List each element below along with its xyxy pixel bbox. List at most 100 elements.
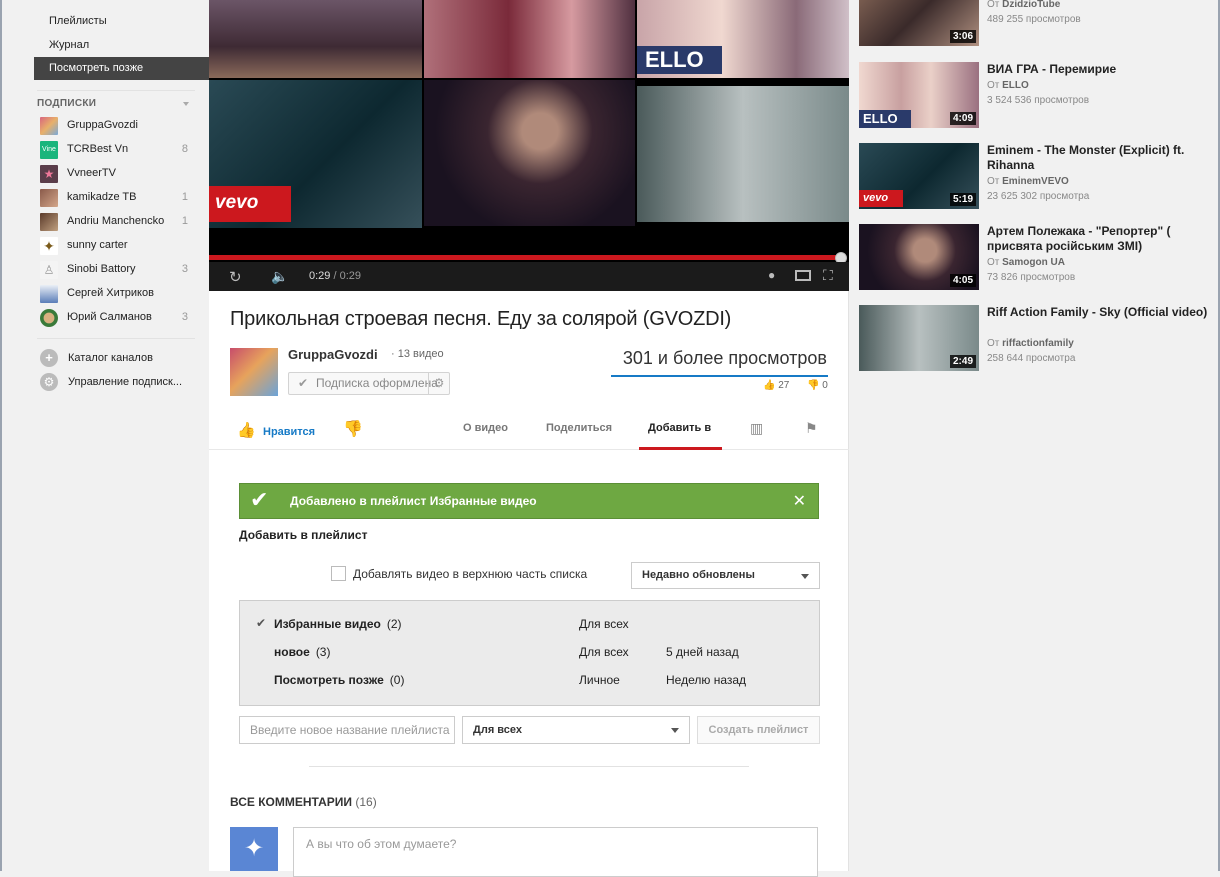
add-to-top-checkbox[interactable] (331, 566, 346, 581)
playlist-privacy: Личное (579, 673, 620, 687)
video-thumbnail[interactable]: ELLO 4:09 (859, 62, 979, 128)
subscription-item[interactable]: Andriu Manchencko 1 (40, 211, 188, 233)
playlist-sort-select[interactable]: Недавно обновлены (631, 562, 820, 589)
subscription-item[interactable]: Юрий Салманов 3 (40, 307, 188, 329)
manage-subscriptions-link[interactable]: ⚙ Управление подписк... (40, 372, 200, 394)
channel-catalog-link[interactable]: + Каталог каналов (40, 348, 200, 370)
video-thumbnail[interactable]: 4:05 (859, 224, 979, 290)
subscription-name: kamikadze TB (67, 191, 137, 203)
check-icon: ✔ (250, 487, 269, 512)
video-title[interactable]: Riff Action Family - Sky (Official video… (987, 305, 1212, 320)
related-video-item[interactable]: ELLO 4:09 ВИА ГРА - Перемирие От ELLO 3 … (859, 62, 1214, 132)
subscription-name: Sinobi Battory (67, 263, 136, 275)
vevo-logo: vevo (859, 190, 903, 207)
video-title[interactable]: ВИА ГРА - Перемирие (987, 62, 1212, 77)
seek-bar[interactable] (209, 255, 841, 260)
guide-item-playlists[interactable]: Плейлисты (49, 10, 107, 32)
manage-subscriptions-label: Управление подписк... (68, 376, 183, 388)
avatar: ♙ (40, 261, 58, 279)
dislike-count: 👎 0 (807, 380, 828, 391)
video-duration: 4:09 (949, 112, 976, 125)
action-bar: 👍 Нравится 👎 О видео Поделиться Добавить … (209, 409, 849, 450)
playlist-name-text: Избранные видео (274, 617, 381, 631)
playlist-name-text: новое (274, 645, 310, 659)
close-icon[interactable]: ✕ (793, 491, 806, 511)
new-playlist-name-input[interactable]: Введите новое название плейлиста (239, 716, 455, 744)
subscription-name: VvneerTV (67, 167, 116, 179)
chevron-down-icon[interactable] (183, 102, 189, 106)
channel-name[interactable]: GruppaGvozdi (288, 347, 378, 362)
replay-icon[interactable]: ↻ (229, 268, 242, 286)
subscription-item[interactable]: ✦ sunny carter (40, 235, 188, 257)
video-thumbnail[interactable]: 3:06 (859, 0, 979, 46)
video-title[interactable]: Артем Полежака - "Репортер" ( присвята р… (987, 224, 1212, 254)
channel-link[interactable]: ELLO (1002, 80, 1029, 91)
related-video-item[interactable]: vevo 5:19 Eminem - The Monster (Explicit… (859, 143, 1214, 213)
related-video-item[interactable]: 3:06 От DzidzioTube 489 255 просмотров (859, 0, 1214, 50)
clock-icon[interactable]: ● (768, 268, 775, 282)
playlist-row[interactable]: ✔ Избранные видео (2) Для всех (240, 615, 819, 637)
player-controls: ↻ 🔈 0:29 / 0:29 ● ⛶ (209, 262, 849, 291)
comments-count: (16) (355, 795, 377, 809)
channel-link[interactable]: EminemVEVO (1002, 176, 1069, 187)
subscription-item[interactable]: Сергей Хитриков (40, 283, 188, 305)
playlist-updated: 5 дней назад (666, 645, 739, 659)
video-frame-tile: ELLO (637, 0, 849, 78)
video-channel-prefix: От (987, 80, 1000, 91)
subscribed-button[interactable]: ✔ Подписка оформлена ⚙ (288, 372, 450, 395)
added-notification: ✔ Добавлено в плейлист Избранные видео ✕ (239, 483, 819, 519)
sort-value: Недавно обновлены (642, 569, 755, 581)
guide-item-history[interactable]: Журнал (49, 34, 89, 56)
tab-share[interactable]: Поделиться (546, 422, 612, 434)
like-button[interactable]: 👍 Нравится (237, 421, 315, 439)
subscription-item[interactable]: ★ VvneerTV (40, 163, 188, 185)
channel-link[interactable]: DzidzioTube (1002, 0, 1060, 10)
video-title[interactable]: Eminem - The Monster (Explicit) ft. Riha… (987, 143, 1212, 173)
video-duration: 2:49 (949, 355, 976, 368)
related-video-item[interactable]: 2:49 Riff Action Family - Sky (Official … (859, 305, 1214, 375)
privacy-value: Для всех (473, 724, 522, 736)
guide-sidebar: Плейлисты Журнал Посмотреть позже ПОДПИС… (4, 0, 209, 871)
vevo-logo: vevo (215, 192, 259, 213)
tab-add-to[interactable]: Добавить в (648, 422, 711, 434)
thumbs-down-icon: 👎 (343, 421, 363, 438)
volume-icon[interactable]: 🔈 (271, 268, 288, 285)
create-playlist-button[interactable]: Создать плейлист (697, 716, 820, 744)
subscription-item[interactable]: Vine TCRBest Vn 8 (40, 139, 188, 161)
fullscreen-icon[interactable]: ⛶ (823, 267, 833, 284)
avatar (40, 309, 58, 327)
subscription-item[interactable]: ♙ Sinobi Battory 3 (40, 259, 188, 281)
thumbs-up-icon: 👍 (237, 422, 256, 439)
channel-link[interactable]: Samogon UA (1002, 257, 1065, 268)
playlist-row[interactable]: новое (3) Для всех 5 дней назад (240, 643, 819, 665)
video-thumbnail[interactable]: vevo 5:19 (859, 143, 979, 209)
video-views: 73 826 просмотров (987, 272, 1076, 283)
check-icon: ✔ (256, 616, 267, 630)
playlist-name-text: Посмотреть позже (274, 673, 384, 687)
video-channel-prefix: От (987, 257, 1000, 268)
playlist-privacy-select[interactable]: Для всех (462, 716, 690, 744)
theater-mode-icon[interactable] (795, 270, 811, 281)
video-duration: 5:19 (949, 193, 976, 206)
related-video-item[interactable]: 4:05 Артем Полежака - "Репортер" ( присв… (859, 224, 1214, 294)
add-to-playlist-heading: Добавить в плейлист (239, 528, 368, 542)
video-player[interactable]: ELLO vevo (209, 0, 849, 291)
subscription-item[interactable]: kamikadze TB 1 (40, 187, 188, 209)
video-channel-prefix: От (987, 338, 1000, 349)
gear-icon[interactable]: ⚙ (428, 373, 449, 394)
avatar: ✦ (40, 237, 58, 255)
comment-input[interactable]: А вы что об этом думаете? (293, 827, 818, 877)
playlist-row[interactable]: Посмотреть позже (0) Личное Неделю назад (240, 671, 819, 693)
subscriptions-heading[interactable]: ПОДПИСКИ (37, 90, 195, 109)
current-time: 0:29 (309, 270, 331, 282)
video-thumbnail[interactable]: 2:49 (859, 305, 979, 371)
subscription-item[interactable]: GruppaGvozdi (40, 115, 188, 137)
channel-link[interactable]: riffactionfamily (1002, 338, 1074, 349)
tab-about[interactable]: О видео (463, 422, 508, 434)
active-tab-indicator (639, 447, 722, 450)
channel-avatar[interactable] (230, 348, 278, 396)
dislike-button[interactable]: 👎 (343, 419, 363, 439)
stats-icon[interactable]: ▥ (750, 420, 763, 437)
flag-icon[interactable]: ⚑ (805, 420, 818, 437)
guide-item-watch-later[interactable]: Посмотреть позже (34, 57, 209, 80)
